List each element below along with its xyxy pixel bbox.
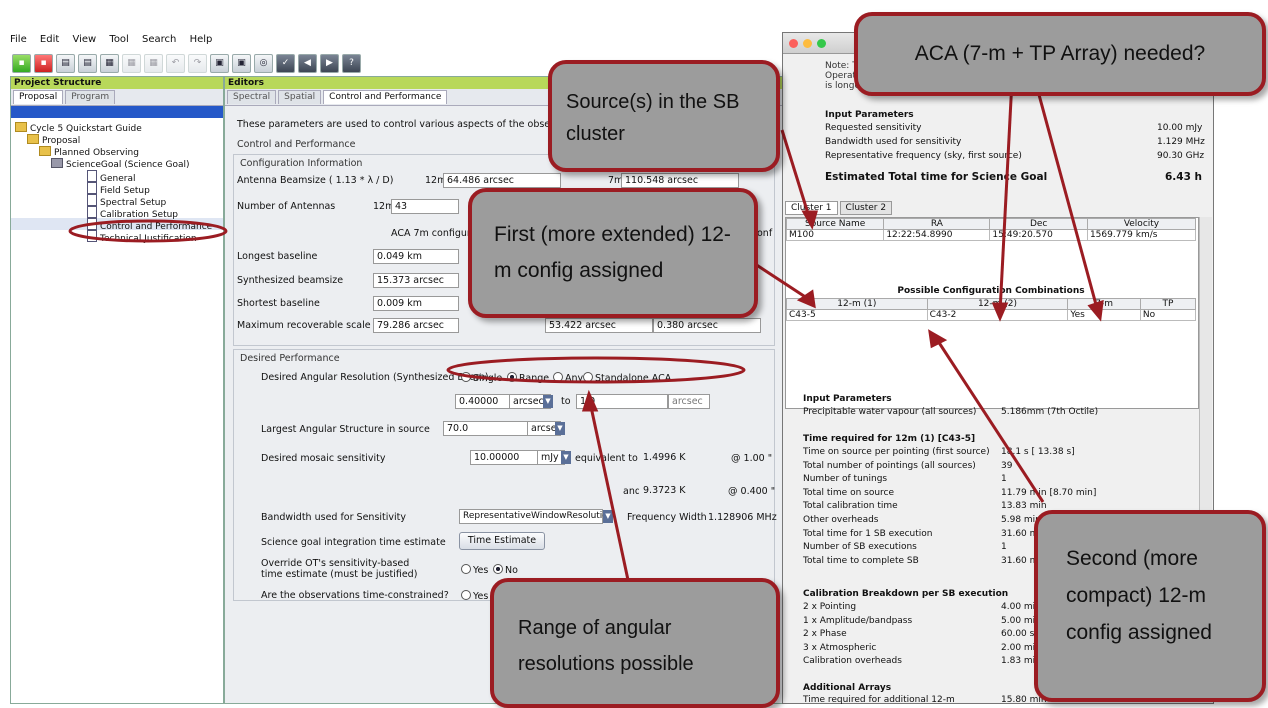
callout-first-config: First (more extended) 12-m config assign… <box>468 188 758 318</box>
highlight-ellipse-range <box>446 356 746 384</box>
highlight-ellipse-tree <box>68 219 228 243</box>
callout-range: Range of angular resolutions possible <box>490 578 780 708</box>
callout-second-config: Second (more compact) 12-m config assign… <box>1034 510 1266 702</box>
callout-aca: ACA (7-m + TP Array) needed? <box>854 12 1266 96</box>
callout-source: Source(s) in the SB cluster <box>548 60 780 172</box>
